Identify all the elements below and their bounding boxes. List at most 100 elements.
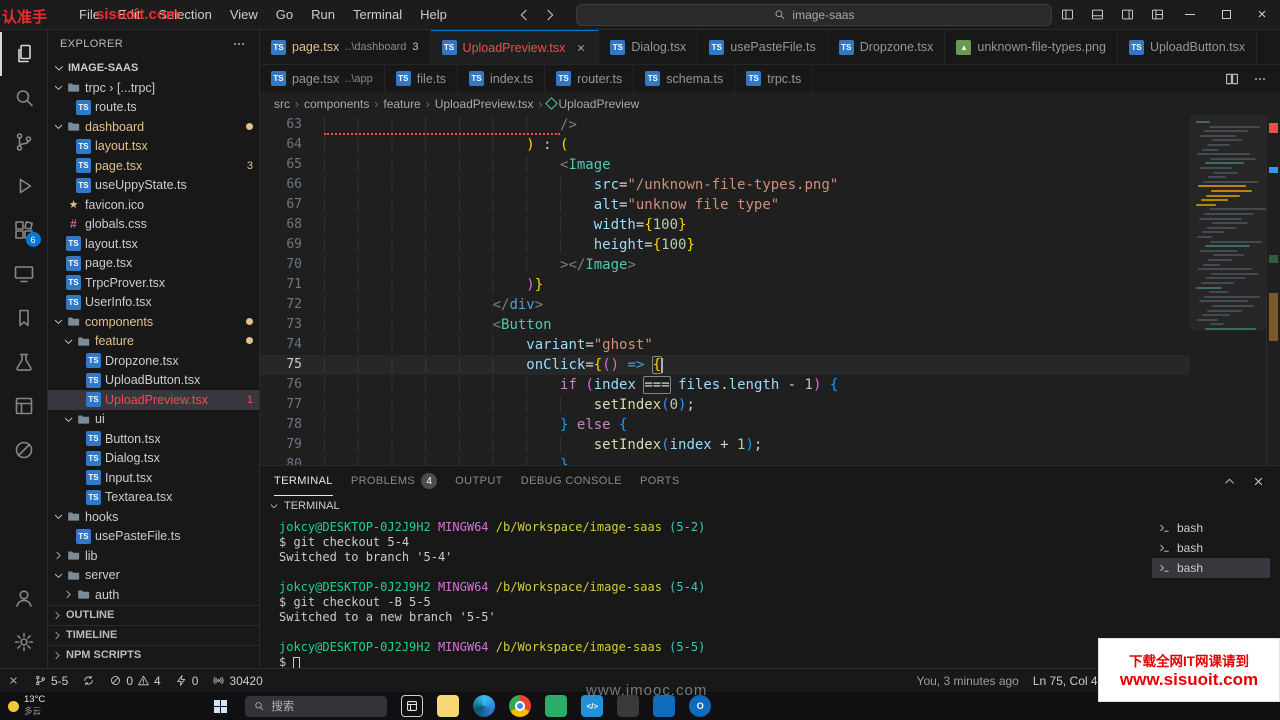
code-line-66[interactable]: 66 src="/unknown-file-types.png" [260, 175, 1190, 195]
tree-item-textarea.tsx[interactable]: TS Textarea.tsx [48, 488, 259, 508]
activity-bookmarks-icon[interactable] [0, 296, 48, 340]
activity-explorer-icon[interactable] [0, 32, 48, 76]
line-number[interactable]: 65 [260, 155, 324, 175]
panel-tab-problems[interactable]: PROBLEMS 4 [351, 466, 438, 496]
tree-item-server[interactable]: server [48, 566, 259, 586]
activity-run-and-debug-icon[interactable] [0, 164, 48, 208]
split-editor-icon[interactable] [1224, 71, 1240, 87]
line-number[interactable]: 75 [260, 355, 324, 375]
tab-page.tsx[interactable]: TS page.tsx ..\app [260, 65, 385, 92]
code-line-77[interactable]: 77 setIndex(0); [260, 395, 1190, 415]
line-number[interactable]: 66 [260, 175, 324, 195]
tab-file.ts[interactable]: TS file.ts [384, 65, 458, 92]
taskbar-app-chrome[interactable] [509, 695, 532, 717]
taskbar-app-edge[interactable] [473, 695, 496, 717]
breadcrumb-item-uploadpreview.tsx[interactable]: UploadPreview.tsx [435, 97, 534, 111]
sidebar-section-npm-scripts[interactable]: NPM SCRIPTS [48, 644, 259, 665]
status-branch[interactable]: 5-5 [27, 669, 75, 693]
line-number[interactable]: 76 [260, 375, 324, 395]
tree-item-userinfo.tsx[interactable]: TS UserInfo.tsx [48, 293, 259, 313]
menu-terminal[interactable]: Terminal [344, 0, 411, 30]
code-line-64[interactable]: 64 ) : ( [260, 135, 1190, 155]
sidebar-section-timeline[interactable]: TIMELINE [48, 624, 259, 645]
activity-search-icon[interactable] [0, 76, 48, 120]
tab-index.ts[interactable]: TS index.ts [457, 65, 546, 92]
back-arrow-icon[interactable] [516, 7, 532, 23]
status-you-3-minutes-ago[interactable]: You, 3 minutes ago [910, 669, 1026, 693]
tree-item-trpcprover.tsx[interactable]: TS TrpcProver.tsx [48, 273, 259, 293]
editor-code[interactable]: 63 /> 64 ) : (65 <Image 66 src="/unknown-f… [260, 115, 1190, 465]
activity-source-control-icon[interactable] [0, 120, 48, 164]
line-number[interactable]: 67 [260, 195, 324, 215]
code-line-71[interactable]: 71 )} [260, 275, 1190, 295]
breadcrumb-item-components[interactable]: components [304, 97, 369, 111]
tab-uploadbutton.tsx[interactable]: TS UploadButton.tsx [1117, 30, 1258, 64]
tree-item-ui[interactable]: ui [48, 410, 259, 430]
minimize-button[interactable] [1172, 0, 1208, 30]
taskbar-weather[interactable]: 13°C 多云 [0, 695, 53, 717]
tab-trpc.ts[interactable]: TS trpc.ts [735, 65, 814, 92]
tree-item-route.ts[interactable]: TS route.ts [48, 98, 259, 118]
tree-item-dialog.tsx[interactable]: TS Dialog.tsx [48, 449, 259, 469]
activity-settings-icon[interactable] [0, 620, 48, 664]
menu-help[interactable]: Help [411, 0, 456, 30]
tree-item-input.tsx[interactable]: TS Input.tsx [48, 468, 259, 488]
menu-go[interactable]: Go [267, 0, 302, 30]
taskbar-app-task-view[interactable] [401, 695, 424, 717]
status-broadcast[interactable]: 30420 [205, 669, 269, 693]
taskbar-app-wechat[interactable] [545, 695, 568, 717]
tab-uploadpreview.tsx[interactable]: TS UploadPreview.tsx [430, 30, 600, 64]
tree-item-favicon.ico[interactable]: ★ favicon.ico [48, 195, 259, 215]
toggle-secondary-sidebar-icon[interactable] [1112, 0, 1142, 30]
code-line-80[interactable]: 80 } [260, 455, 1190, 465]
tree-item-hooks[interactable]: hooks [48, 507, 259, 527]
tab-page.tsx[interactable]: TS page.tsx ..\dashboard 3 [260, 30, 431, 64]
panel-tab-debug-console[interactable]: DEBUG CONSOLE [521, 466, 622, 496]
tree-item-dashboard[interactable]: dashboard [48, 117, 259, 137]
tab-router.ts[interactable]: TS router.ts [545, 65, 635, 92]
line-number[interactable]: 79 [260, 435, 324, 455]
toggle-panel-icon[interactable] [1082, 0, 1112, 30]
line-number[interactable]: 68 [260, 215, 324, 235]
line-number[interactable]: 77 [260, 395, 324, 415]
code-line-78[interactable]: 78 } else { [260, 415, 1190, 435]
status-sync[interactable] [75, 669, 102, 693]
forward-arrow-icon[interactable] [542, 7, 558, 23]
breadcrumb-item-uploadpreview[interactable]: UploadPreview [545, 97, 639, 111]
code-line-76[interactable]: 76 if (index === files.length - 1) { [260, 375, 1190, 395]
tree-item-uploadbutton.tsx[interactable]: TS UploadButton.tsx [48, 371, 259, 391]
activity-account-icon[interactable] [0, 576, 48, 620]
status-zap[interactable]: 0 [168, 669, 206, 693]
line-number[interactable]: 72 [260, 295, 324, 315]
close-tab-icon[interactable] [575, 42, 587, 54]
tree-item-page.tsx[interactable]: TS page.tsx 3 [48, 156, 259, 176]
sidebar-section-outline[interactable]: OUTLINE [48, 604, 259, 625]
tree-item-dropzone.tsx[interactable]: TS Dropzone.tsx [48, 351, 259, 371]
line-number[interactable]: 78 [260, 415, 324, 435]
close-button[interactable]: × [1244, 0, 1280, 30]
toggle-sidebar-icon[interactable] [1052, 0, 1082, 30]
panel-tab-output[interactable]: OUTPUT [455, 466, 503, 496]
code-line-75[interactable]: 75 onClick={() => { [260, 355, 1190, 375]
tab-dropzone.tsx[interactable]: TS Dropzone.tsx [827, 30, 946, 64]
menu-view[interactable]: View [221, 0, 267, 30]
tree-item-uploadpreview.tsx[interactable]: TS UploadPreview.tsx 1 [48, 390, 259, 410]
tree-item-trpc----...trpc-[interactable]: trpc › [...trpc] [48, 78, 259, 98]
line-number[interactable]: 63 [260, 115, 324, 135]
breadcrumb-item-src[interactable]: src [274, 97, 290, 111]
tree-item-feature[interactable]: feature [48, 332, 259, 352]
code-line-79[interactable]: 79 setIndex(index + 1); [260, 435, 1190, 455]
panel-tab-ports[interactable]: PORTS [640, 466, 680, 496]
line-number[interactable]: 74 [260, 335, 324, 355]
tree-item-auth[interactable]: auth [48, 585, 259, 605]
maximize-button[interactable] [1208, 0, 1244, 30]
tree-item-page.tsx[interactable]: TS page.tsx [48, 254, 259, 274]
line-number[interactable]: 80 [260, 455, 324, 465]
terminal-session-bash[interactable]: bash [1152, 538, 1270, 558]
tree-item-components[interactable]: components [48, 312, 259, 332]
tab-usepastefile.ts[interactable]: TS usePasteFile.ts [698, 30, 828, 64]
activity-testing-icon[interactable] [0, 340, 48, 384]
tree-item-useuppystate.ts[interactable]: TS useUppyState.ts [48, 176, 259, 196]
line-number[interactable]: 71 [260, 275, 324, 295]
more-actions-icon[interactable] [231, 36, 247, 52]
